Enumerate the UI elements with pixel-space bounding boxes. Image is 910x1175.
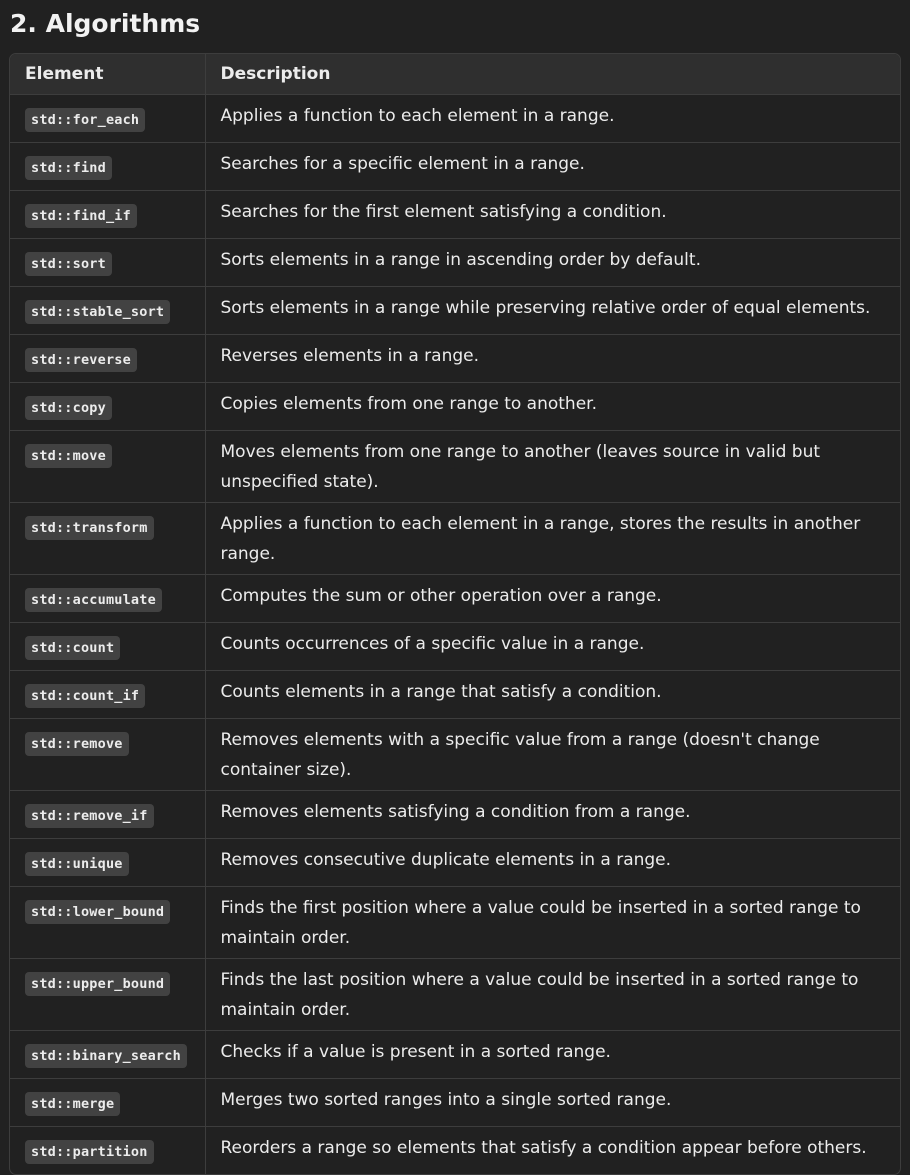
element-cell: std::find_if bbox=[10, 190, 206, 239]
section-title: 2. Algorithms bbox=[10, 9, 201, 38]
table-row: std::count Counts occurrences of a specif… bbox=[10, 622, 900, 671]
description-cell: Finds the last position where a value co… bbox=[205, 958, 900, 1031]
element-code: std::find bbox=[25, 156, 112, 180]
table-row: std::for_each Applies a function to each … bbox=[10, 94, 900, 143]
element-code: std::unique bbox=[25, 852, 129, 876]
table-row: std::transform Applies a function to each… bbox=[10, 502, 900, 575]
description-cell: Merges two sorted ranges into a single s… bbox=[205, 1078, 900, 1127]
description-cell: Computes the sum or other operation over… bbox=[205, 574, 900, 623]
element-code: std::upper_bound bbox=[25, 972, 171, 996]
description-cell: Removes elements with a specific value f… bbox=[205, 718, 900, 791]
description-cell: Searches for a specific element in a ran… bbox=[205, 142, 900, 191]
element-code: std::stable_sort bbox=[25, 300, 171, 324]
element-code: std::for_each bbox=[25, 108, 146, 132]
element-cell: std::remove_if bbox=[10, 790, 206, 839]
element-code: std::copy bbox=[25, 396, 112, 420]
element-cell: std::unique bbox=[10, 838, 206, 887]
element-code: std::sort bbox=[25, 252, 112, 276]
table-row: std::merge Merges two sorted ranges into … bbox=[10, 1078, 900, 1127]
algorithms-table: Element Description std::for_eachApplies… bbox=[9, 53, 901, 1175]
description-cell: Removes elements satisfying a condition … bbox=[205, 790, 900, 839]
table-row: std::upper_bound Finds the last position … bbox=[10, 958, 900, 1031]
element-code: std::accumulate bbox=[25, 588, 162, 612]
element-code: std::count_if bbox=[25, 684, 146, 708]
description-cell: Counts elements in a range that satisfy … bbox=[205, 670, 900, 719]
element-cell: std::transform bbox=[10, 502, 206, 575]
table-row: std::unique Removes consecutive duplicate… bbox=[10, 838, 900, 887]
table-body: std::for_eachApplies a function to each … bbox=[10, 94, 900, 1174]
element-cell: std::partition bbox=[10, 1126, 206, 1174]
table-row: std::copy Copies elements from one range … bbox=[10, 382, 900, 431]
table-row: std::lower_bound Finds the first position… bbox=[10, 886, 900, 959]
table-row: std::remove Removes elements with a speci… bbox=[10, 718, 900, 791]
table-row: std::stable_sort Sorts elements in a rang… bbox=[10, 286, 900, 335]
description-cell: Moves elements from one range to another… bbox=[205, 430, 900, 503]
element-code: std::merge bbox=[25, 1092, 121, 1116]
element-cell: std::reverse bbox=[10, 334, 206, 383]
description-cell: Reorders a range so elements that satisf… bbox=[220, 1138, 867, 1158]
table-header-row: Element Description bbox=[10, 54, 900, 95]
description-cell: Counts occurrences of a specific value i… bbox=[205, 622, 900, 671]
element-cell: std::accumulate bbox=[10, 574, 206, 623]
table-row: std::find Searches for a specific element… bbox=[10, 142, 900, 191]
element-cell: std::stable_sort bbox=[10, 286, 206, 335]
element-cell: std::remove bbox=[10, 718, 206, 791]
description-cell: Applies a function to each element in a … bbox=[205, 94, 900, 143]
element-code: std::transform bbox=[25, 516, 154, 540]
table-row: std::binary_search Checks if a value is p… bbox=[10, 1030, 900, 1079]
element-cell: std::copy bbox=[10, 382, 206, 431]
table-row: std::reverse Reverses elements in a range… bbox=[10, 334, 900, 383]
element-cell: std::upper_bound bbox=[10, 958, 206, 1031]
description-cell: Finds the first position where a value c… bbox=[205, 886, 900, 959]
description-cell: Sorts elements in a range while preservi… bbox=[205, 286, 900, 335]
description-cell: Sorts elements in a range in ascending o… bbox=[205, 238, 900, 287]
description-cell: Removes consecutive duplicate elements i… bbox=[205, 838, 900, 887]
element-code: std::reverse bbox=[25, 348, 137, 372]
description-cell: Checks if a value is present in a sorted… bbox=[205, 1030, 900, 1079]
element-code: std::move bbox=[25, 444, 112, 468]
element-code: std::binary_search bbox=[25, 1044, 187, 1068]
element-code: std::remove bbox=[25, 732, 129, 756]
element-cell: std::move bbox=[10, 430, 206, 503]
description-cell: Reverses elements in a range. bbox=[205, 334, 900, 383]
element-code: std::remove_if bbox=[25, 804, 154, 828]
table-row: std::move Moves elements from one range t… bbox=[10, 430, 900, 503]
element-cell: std::sort bbox=[10, 238, 206, 287]
table-row: std::find_if Searches for the first eleme… bbox=[10, 190, 900, 239]
table-row: std::count_if Counts elements in a range … bbox=[10, 670, 900, 719]
element-code: std::lower_bound bbox=[25, 900, 171, 924]
column-header-description: Description bbox=[205, 54, 900, 95]
column-header-element: Element bbox=[10, 54, 206, 95]
element-cell: std::find bbox=[10, 142, 206, 191]
element-cell: std::for_each bbox=[10, 94, 206, 143]
table-row: std::sort Sorts elements in a range in as… bbox=[10, 238, 900, 287]
element-code: std::find_if bbox=[25, 204, 137, 228]
element-cell: std::count bbox=[10, 622, 206, 671]
element-cell: std::lower_bound bbox=[10, 886, 206, 959]
element-cell: std::count_if bbox=[10, 670, 206, 719]
element-cell: std::binary_search bbox=[10, 1030, 206, 1079]
table-row: std::partition Reorders a range so elemen… bbox=[10, 1126, 900, 1174]
description-cell: Applies a function to each element in a … bbox=[205, 502, 900, 575]
element-code: std::partition bbox=[25, 1140, 154, 1164]
table-row: std::remove_if Removes elements satisfyin… bbox=[10, 790, 900, 839]
description-cell: Searches for the first element satisfyin… bbox=[205, 190, 900, 239]
table-row: std::accumulate Computes the sum or other… bbox=[10, 574, 900, 623]
element-cell: std::merge bbox=[10, 1078, 206, 1127]
description-cell: Copies elements from one range to anothe… bbox=[205, 382, 900, 431]
element-code: std::count bbox=[25, 636, 121, 660]
